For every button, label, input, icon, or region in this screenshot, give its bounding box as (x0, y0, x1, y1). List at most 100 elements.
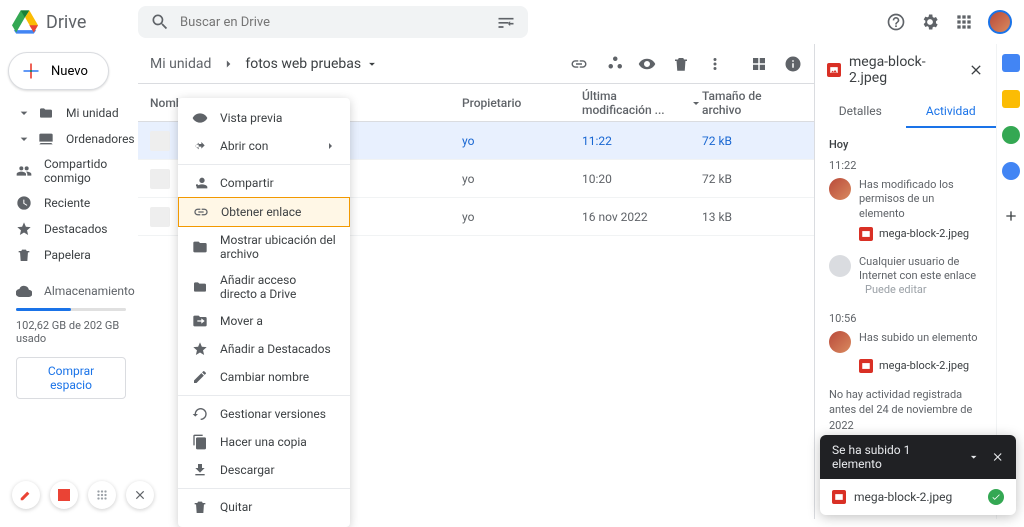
rec-grid-icon[interactable] (88, 481, 116, 509)
search-input[interactable] (170, 15, 496, 30)
check-icon (988, 489, 1004, 505)
toolbar: Mi unidad fotos web pruebas (138, 44, 814, 84)
settings-icon[interactable] (920, 12, 940, 32)
new-label: Nuevo (51, 64, 88, 79)
rec-close-icon[interactable] (126, 481, 154, 509)
ctx-move-to[interactable]: Mover a (178, 307, 350, 335)
link-icon[interactable] (570, 55, 588, 73)
keep-addon-icon[interactable] (1002, 90, 1020, 108)
tab-activity[interactable]: Actividad (906, 96, 997, 128)
info-icon[interactable] (784, 55, 802, 73)
people-icon (16, 163, 32, 179)
ctx-star[interactable]: Añadir a Destacados (178, 335, 350, 363)
contacts-addon-icon[interactable] (1002, 162, 1020, 180)
drive-icon (12, 9, 38, 35)
nav-starred[interactable]: Destacados (8, 216, 134, 242)
no-activity-text: No hay actividad registrada antes del 24… (829, 387, 982, 433)
clock-icon (16, 195, 32, 211)
trash-icon (16, 247, 32, 263)
buy-storage-button[interactable]: Comprar espacio (16, 357, 126, 399)
new-button[interactable]: Nuevo (8, 52, 109, 90)
rec-edit-icon[interactable] (12, 481, 40, 509)
search-bar[interactable] (138, 6, 528, 38)
search-options-icon[interactable] (496, 12, 516, 32)
storage-bar (16, 308, 126, 311)
ctx-get-link[interactable]: Obtener enlace (178, 197, 350, 227)
chevron-right-icon (221, 57, 235, 71)
delete-icon[interactable] (672, 55, 690, 73)
nav-my-drive[interactable]: Mi unidad (8, 100, 134, 126)
tasks-addon-icon[interactable] (1002, 126, 1020, 144)
drive-small-icon (38, 105, 54, 121)
user-avatar-icon (829, 178, 851, 200)
caret-down-icon[interactable] (365, 57, 379, 71)
ctx-open-with[interactable]: Abrir con (178, 132, 350, 160)
shortcut-icon (192, 279, 208, 295)
ctx-shortcut[interactable]: Añadir acceso directo a Drive (178, 267, 350, 307)
more-icon[interactable] (706, 55, 724, 73)
eye-icon[interactable] (638, 55, 656, 73)
calendar-addon-icon[interactable] (1002, 54, 1020, 72)
close-icon[interactable] (991, 450, 1004, 464)
ctx-preview[interactable]: Vista previa (178, 104, 350, 132)
ctx-versions[interactable]: Gestionar versiones (178, 400, 350, 428)
breadcrumb-root[interactable]: Mi unidad (150, 56, 211, 72)
panel-day-label: Hoy (829, 138, 982, 151)
trash-icon (192, 499, 208, 515)
col-mod[interactable]: Última modificación ... (582, 89, 702, 117)
col-owner[interactable]: Propietario (462, 96, 582, 110)
activity-event: Cualquier usuario de Internet con este e… (829, 255, 982, 298)
close-panel-icon[interactable] (968, 62, 984, 78)
nav-trash[interactable]: Papelera (8, 242, 134, 268)
account-avatar[interactable] (988, 10, 1012, 34)
folder-icon (192, 239, 208, 255)
chevron-down-icon[interactable] (967, 450, 980, 464)
ctx-rename[interactable]: Cambiar nombre (178, 363, 350, 391)
plus-icon (21, 61, 41, 81)
nav-recent[interactable]: Reciente (8, 190, 134, 216)
image-type-icon (859, 227, 873, 241)
ctx-download[interactable]: Descargar (178, 456, 350, 484)
share-icon[interactable] (604, 55, 622, 73)
tab-details[interactable]: Detalles (815, 96, 906, 128)
product-name: Drive (46, 12, 86, 33)
link-icon (193, 204, 209, 220)
image-type-icon (859, 359, 873, 373)
computer-icon (38, 131, 54, 147)
nav-shared[interactable]: Compartido conmigo (8, 152, 134, 190)
add-addon-icon[interactable] (1003, 208, 1019, 224)
toast-item[interactable]: mega-block-2.jpeg (820, 479, 1016, 515)
chevron-right-icon (324, 140, 336, 152)
nav-computers[interactable]: Ordenadores (8, 126, 134, 152)
user-avatar-icon (829, 331, 851, 353)
thumb-icon (150, 207, 170, 227)
ctx-copy[interactable]: Hacer una copia (178, 428, 350, 456)
context-menu: Vista previa Abrir con Compartir Obtener… (178, 98, 350, 527)
nav-storage[interactable]: Almacenamiento (8, 278, 134, 304)
star-icon (192, 341, 208, 357)
ctx-share[interactable]: Compartir (178, 169, 350, 197)
breadcrumb-current[interactable]: fotos web pruebas (245, 56, 361, 72)
activity-event: Has modificado los permisos de un elemen… (829, 178, 982, 241)
header-actions (886, 10, 1012, 34)
move-icon (192, 313, 208, 329)
upload-toast: Se ha subido 1 elemento mega-block-2.jpe… (820, 435, 1016, 515)
rec-stop-icon[interactable] (50, 481, 78, 509)
caret-icon (16, 131, 32, 147)
ctx-show-location[interactable]: Mostrar ubicación del archivo (178, 227, 350, 267)
history-icon (192, 406, 208, 422)
col-size[interactable]: Tamaño de archivo (702, 89, 802, 117)
breadcrumb: Mi unidad fotos web pruebas (150, 56, 379, 72)
logo[interactable]: Drive (12, 9, 138, 35)
copy-icon (192, 434, 208, 450)
open-with-icon (192, 138, 208, 154)
star-icon (16, 221, 32, 237)
person-add-icon (192, 175, 208, 191)
eye-icon (192, 110, 208, 126)
ctx-remove[interactable]: Quitar (178, 493, 350, 521)
help-icon[interactable] (886, 12, 906, 32)
grid-view-icon[interactable] (750, 55, 768, 73)
activity-event: Has subido un elemento mega-block-2.jpeg (829, 331, 982, 373)
apps-icon[interactable] (954, 12, 974, 32)
cloud-icon (16, 283, 32, 299)
